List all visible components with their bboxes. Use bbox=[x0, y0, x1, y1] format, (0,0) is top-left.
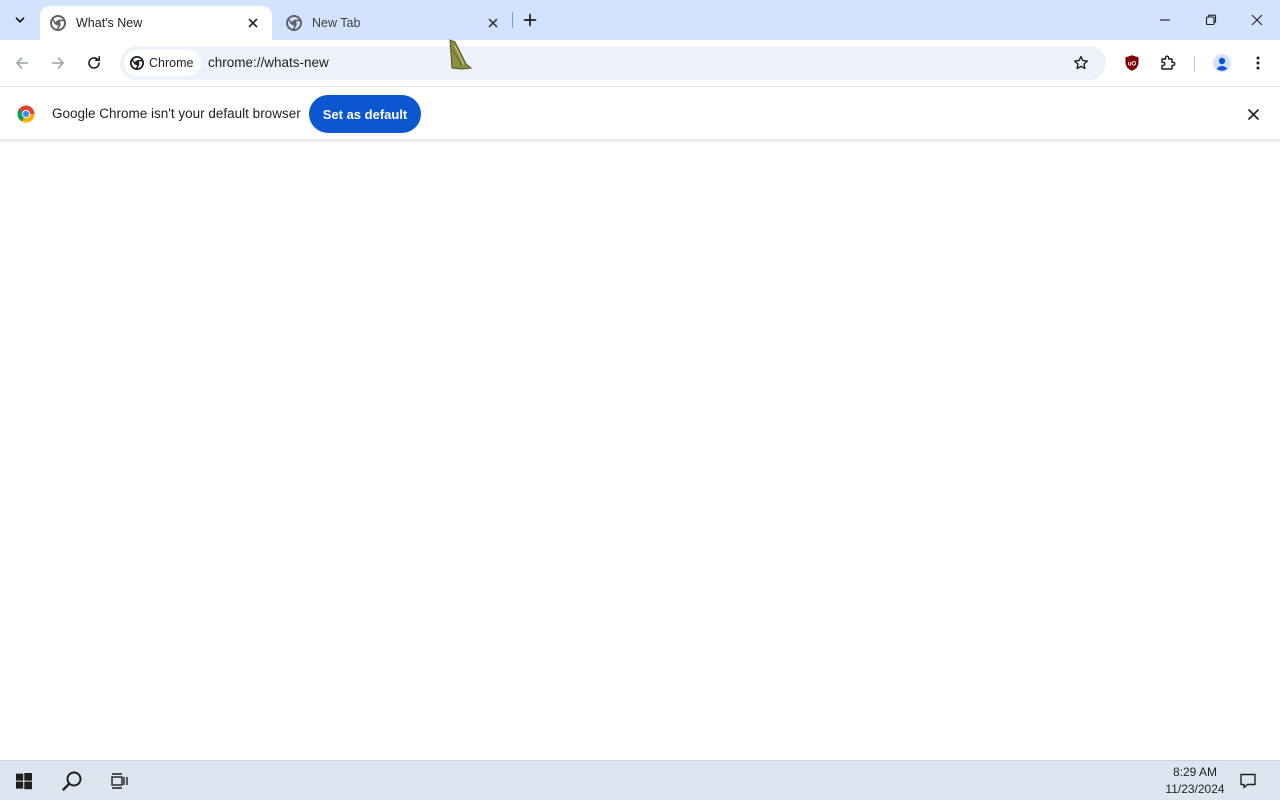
close-icon bbox=[1251, 14, 1263, 26]
close-icon bbox=[248, 18, 258, 28]
search-icon bbox=[62, 771, 82, 791]
search-button[interactable] bbox=[49, 761, 95, 801]
minimize-icon bbox=[1160, 19, 1170, 21]
close-icon bbox=[488, 18, 498, 28]
close-icon bbox=[1247, 108, 1259, 120]
tab-title: What's New bbox=[76, 16, 143, 30]
task-view-icon bbox=[111, 773, 128, 789]
ublock-extension-button[interactable]: uO bbox=[1118, 49, 1146, 77]
chrome-favicon-icon bbox=[286, 15, 302, 31]
tab-search-button[interactable] bbox=[6, 6, 34, 34]
windows-logo-icon bbox=[16, 773, 32, 790]
extensions-button[interactable] bbox=[1154, 49, 1182, 77]
reload-icon bbox=[88, 56, 100, 69]
mouse-cursor-icon bbox=[449, 39, 473, 70]
window-close-button[interactable] bbox=[1234, 0, 1280, 40]
toolbar-divider bbox=[1194, 56, 1195, 72]
site-info-chip[interactable]: Chrome bbox=[124, 50, 202, 76]
svg-text:uO: uO bbox=[1128, 61, 1137, 67]
site-info-label: Chrome bbox=[149, 56, 194, 70]
star-icon bbox=[1074, 55, 1088, 70]
tab-close-button[interactable] bbox=[484, 14, 502, 32]
chrome-favicon-icon bbox=[50, 15, 66, 31]
forward-button[interactable] bbox=[44, 49, 72, 77]
profile-button[interactable] bbox=[1208, 49, 1236, 77]
notifications-button[interactable] bbox=[1232, 761, 1264, 801]
back-button[interactable] bbox=[8, 49, 36, 77]
restore-button[interactable] bbox=[1188, 0, 1234, 40]
infobar-close-button[interactable] bbox=[1243, 104, 1263, 124]
set-as-default-button[interactable]: Set as default bbox=[309, 95, 421, 133]
browser-toolbar: Chrome chrome://whats-new uO bbox=[0, 40, 1280, 86]
tab-title: New Tab bbox=[312, 16, 361, 30]
arrow-right-icon bbox=[51, 57, 64, 69]
address-bar[interactable]: Chrome chrome://whats-new bbox=[120, 46, 1106, 80]
task-view-button[interactable] bbox=[97, 761, 143, 801]
chevron-down-icon bbox=[15, 17, 25, 23]
tab-separator bbox=[512, 12, 513, 28]
infobar-message: Google Chrome isn't your default browser bbox=[52, 106, 301, 121]
tab-strip: What's New New Tab bbox=[0, 0, 1280, 40]
restore-icon bbox=[1205, 14, 1217, 26]
ublock-shield-icon: uO bbox=[1125, 55, 1139, 71]
avatar-icon bbox=[1213, 54, 1231, 72]
clock-time: 8:29 AM bbox=[1172, 765, 1218, 779]
more-vert-icon bbox=[1256, 56, 1260, 70]
start-button[interactable] bbox=[1, 761, 47, 801]
page-content bbox=[0, 143, 1280, 760]
puzzle-icon bbox=[1161, 55, 1176, 70]
chrome-logo-icon bbox=[130, 56, 144, 70]
notification-icon bbox=[1240, 773, 1256, 789]
new-tab-button[interactable] bbox=[518, 8, 542, 32]
windows-taskbar: 8:29 AM 11/23/2024 bbox=[0, 760, 1280, 800]
reload-button[interactable] bbox=[80, 49, 108, 77]
chrome-logo-icon bbox=[17, 105, 35, 123]
bookmark-star-button[interactable] bbox=[1070, 53, 1092, 73]
arrow-left-icon bbox=[16, 57, 29, 69]
default-browser-infobar: Google Chrome isn't your default browser… bbox=[0, 86, 1280, 140]
tab-whats-new[interactable]: What's New bbox=[40, 6, 272, 40]
plus-icon bbox=[523, 13, 537, 27]
menu-button[interactable] bbox=[1244, 49, 1272, 77]
clock-date: 11/23/2024 bbox=[1165, 782, 1225, 796]
tab-close-button[interactable] bbox=[244, 14, 262, 32]
system-clock[interactable]: 8:29 AM 11/23/2024 bbox=[1156, 764, 1234, 798]
tab-new-tab[interactable]: New Tab bbox=[276, 6, 512, 40]
url-text[interactable]: chrome://whats-new bbox=[208, 46, 329, 80]
minimize-button[interactable] bbox=[1142, 0, 1188, 40]
